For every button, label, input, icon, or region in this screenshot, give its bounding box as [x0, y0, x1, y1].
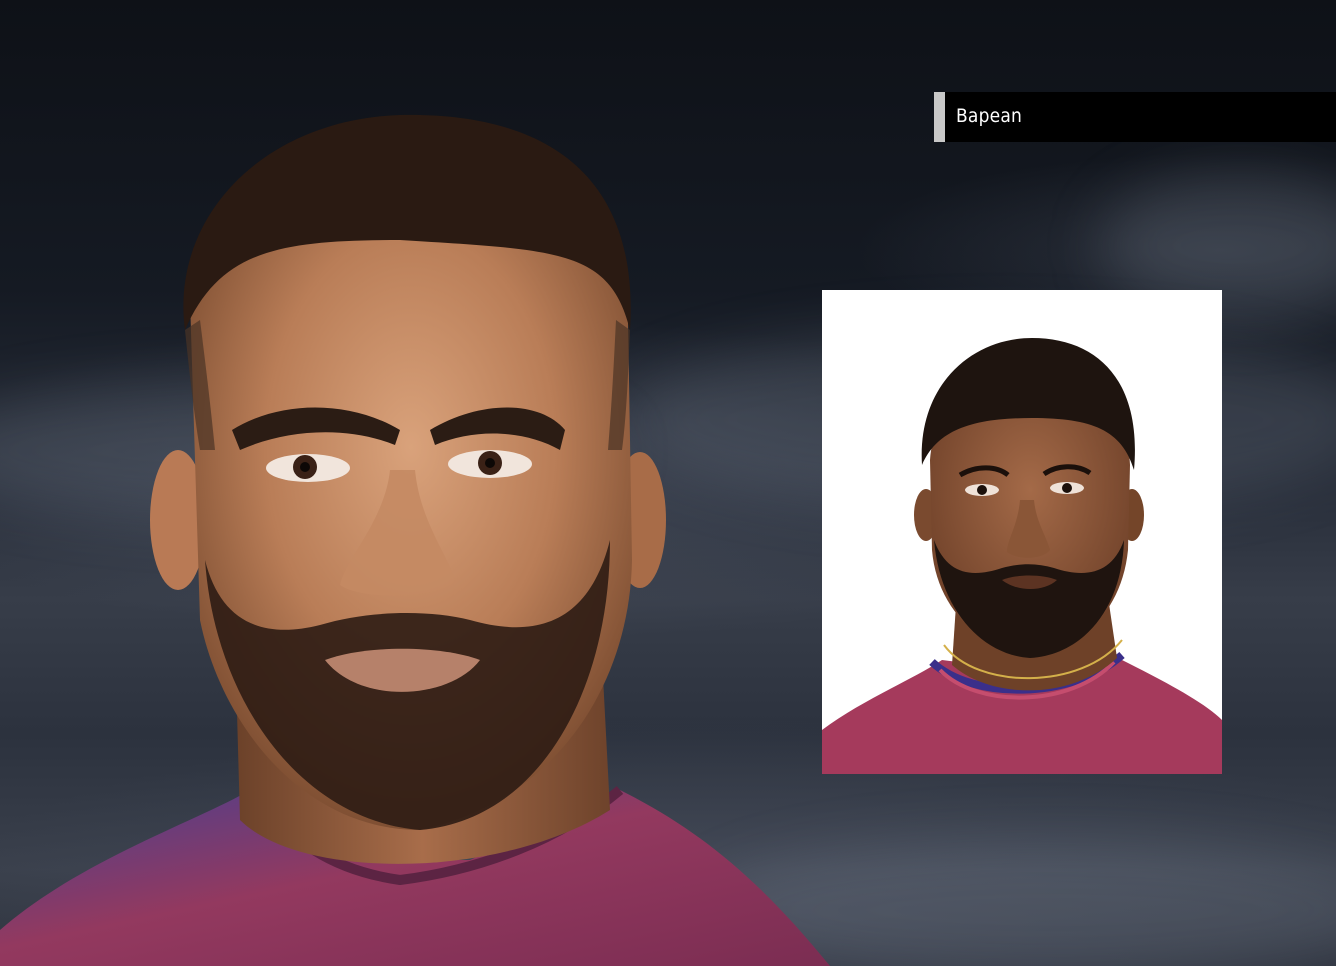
reference-player-photo	[822, 290, 1222, 774]
banner-accent-bar	[934, 92, 945, 142]
player-name-label: Bapean	[956, 105, 1023, 127]
player-3d-face-render	[0, 114, 830, 966]
player-name-banner: Bapean	[934, 92, 1336, 142]
player-face-preview-screen: Bapean	[0, 0, 1336, 966]
reference-photo-card	[822, 290, 1222, 774]
